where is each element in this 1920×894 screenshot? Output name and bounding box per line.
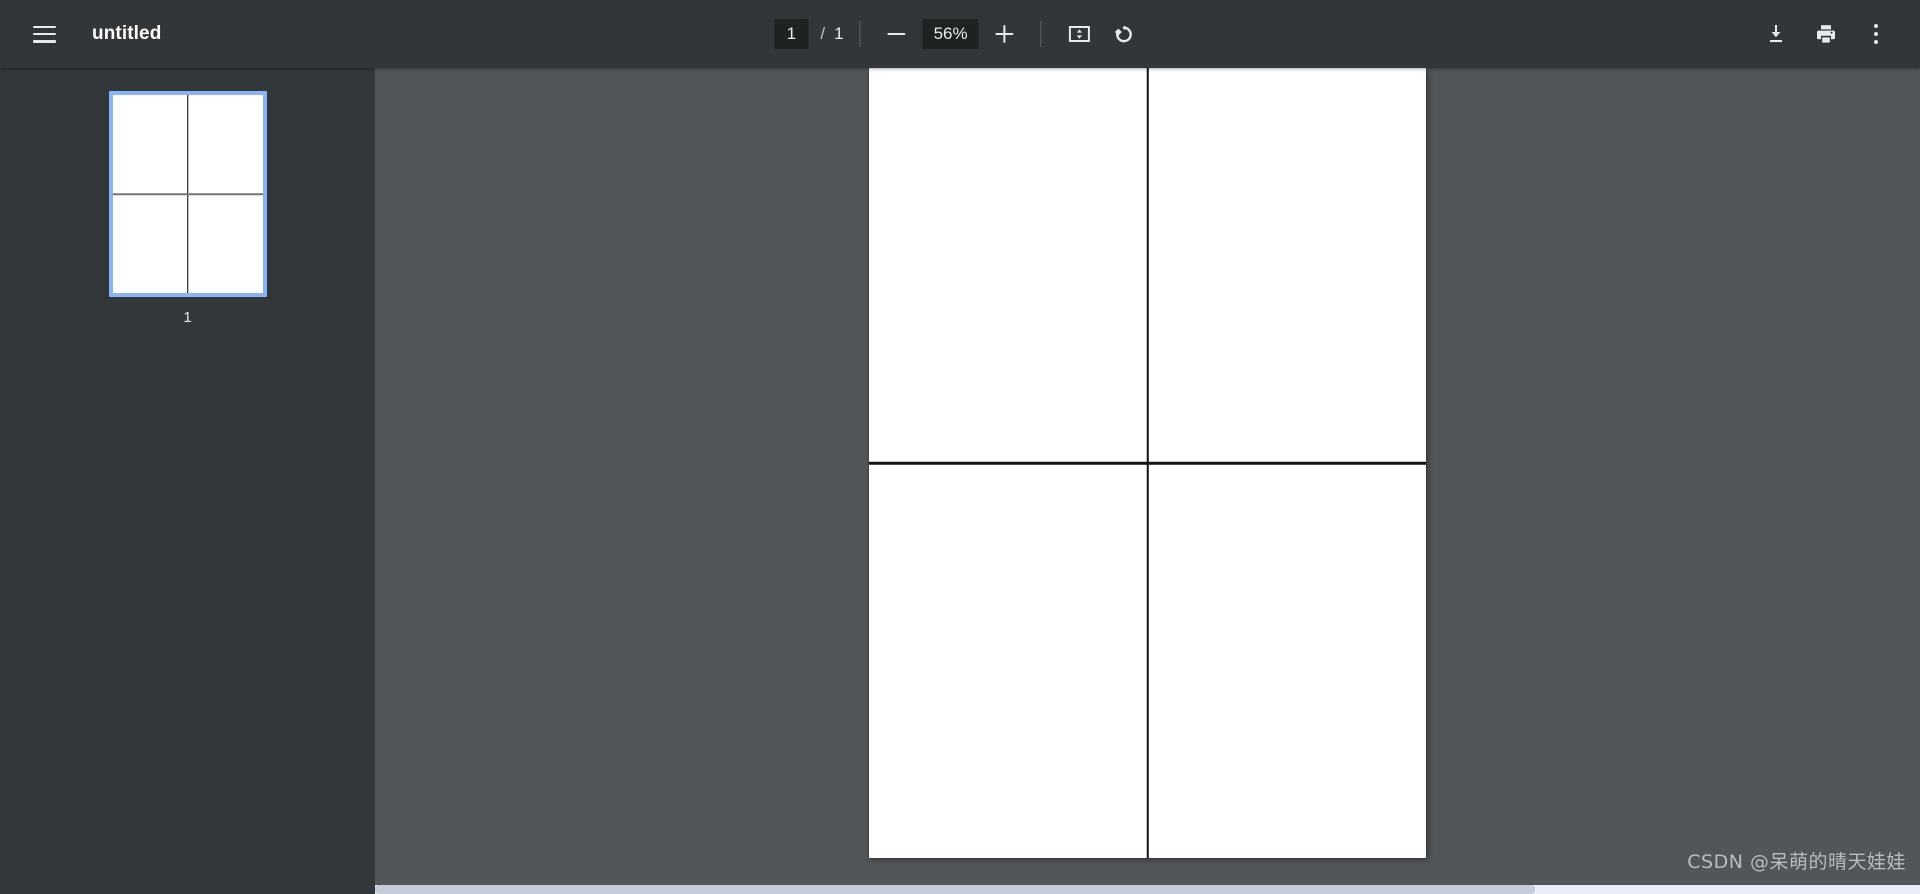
rotate-button[interactable] [1102, 12, 1146, 56]
toolbar-right-group [1754, 0, 1898, 68]
top-toolbar: untitled 1 / 1 56% [0, 0, 1920, 68]
fit-to-page-icon [1069, 26, 1091, 42]
minus-icon [887, 32, 906, 36]
thumbnail-list: 1 [0, 91, 375, 326]
document-page-1 [869, 68, 1426, 858]
toolbar-divider-2 [1040, 21, 1042, 47]
document-title: untitled [92, 23, 162, 44]
page-horizontal-divider [869, 461, 1426, 465]
zoom-out-button[interactable] [877, 14, 917, 54]
hamburger-menu-icon [32, 25, 56, 43]
download-button[interactable] [1754, 12, 1798, 56]
more-options-kebab-icon [1874, 24, 1878, 44]
page-separator: / [820, 24, 826, 43]
thumbnail-page-label: 1 [183, 309, 192, 326]
toolbar-center-group: 1 / 1 56% [774, 0, 1145, 68]
horizontal-scrollbar-thumb[interactable] [375, 885, 1535, 894]
toolbar-left-group: untitled [0, 0, 161, 68]
plus-icon [995, 25, 1014, 43]
print-button[interactable] [1804, 12, 1848, 56]
thumbnail-page-1[interactable] [108, 91, 267, 297]
thumbnail-sidebar: 1 [0, 68, 375, 894]
more-options-button[interactable] [1854, 12, 1898, 56]
thumbnail-horizontal-divider [112, 193, 263, 195]
thumbnail-preview [112, 95, 263, 293]
document-viewer[interactable] [375, 68, 1920, 894]
page-total-count: 1 [834, 24, 844, 43]
page-number-input[interactable]: 1 [774, 19, 809, 49]
horizontal-scrollbar[interactable] [375, 885, 1920, 894]
toolbar-divider-1 [859, 21, 861, 47]
pdf-viewer-window: untitled 1 / 1 56% 1 CSDN @呆萌的晴天娃娃 [0, 0, 1920, 894]
rotate-counterclockwise-icon [1115, 25, 1133, 43]
download-icon [1770, 25, 1782, 43]
watermark-text: CSDN @呆萌的晴天娃娃 [1687, 851, 1906, 873]
fit-to-page-button[interactable] [1058, 12, 1102, 56]
hamburger-menu-button[interactable] [22, 12, 66, 56]
zoom-in-button[interactable] [985, 14, 1025, 54]
print-icon [1817, 25, 1835, 43]
zoom-level-input[interactable]: 56% [922, 19, 979, 49]
